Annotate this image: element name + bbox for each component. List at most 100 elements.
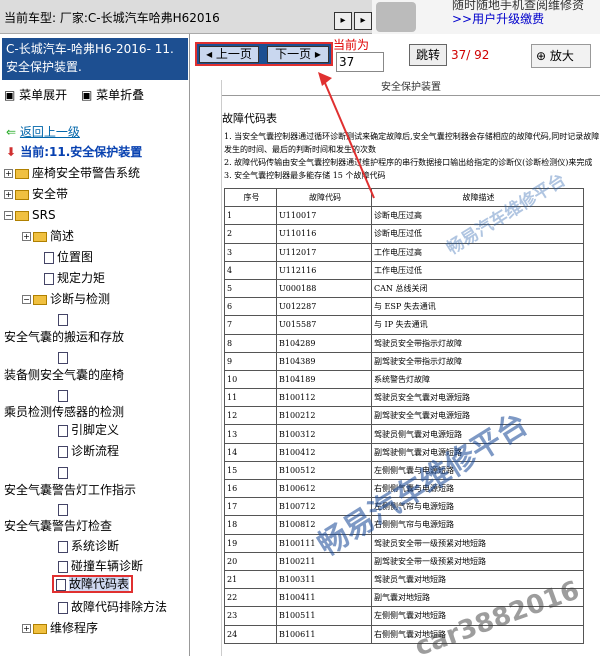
expand-icon[interactable]: + <box>22 624 31 633</box>
document-icon <box>58 445 68 458</box>
table-cell: 2 <box>224 224 277 244</box>
doc-title: 故障代码表 <box>222 112 277 125</box>
table-cell: U112116 <box>276 260 372 280</box>
tree-leaf[interactable] <box>58 311 71 327</box>
tree-item-lamp-op[interactable]: 安全气囊警告灯工作指示 <box>4 482 136 498</box>
tree-item-dtc-table[interactable]: 故障代码表 <box>52 575 134 593</box>
tree-item-srs[interactable]: − SRS <box>4 207 56 223</box>
table-cell: 13 <box>224 424 277 444</box>
folder-icon <box>33 231 47 242</box>
table-cell: 副驾驶安全带指示灯故障 <box>371 351 584 371</box>
collapse-icon[interactable]: − <box>22 295 31 304</box>
table-cell: B100511 <box>276 606 372 626</box>
table-cell: 14 <box>224 442 277 462</box>
table-row: 13 B100312 驾驶员侧气囊对电源短路 <box>224 424 584 444</box>
table-row: 24 B100611 右侧侧气囊对地短路 <box>224 624 584 644</box>
tree-item-occupant[interactable]: 乘员检测传感器的检测 <box>4 404 124 420</box>
doc-header: 安全保护装置 <box>222 80 600 96</box>
tree-item-crash[interactable]: 碰撞车辆诊断 <box>58 558 143 574</box>
tree-item-seat[interactable]: + 座椅安全带警告系统 <box>4 165 140 181</box>
table-row: 3 U112017 工作电压过高 <box>224 242 584 262</box>
table-cell: B100612 <box>276 478 372 499</box>
tree-item-dtc-fix[interactable]: 故障代码排除方法 <box>58 599 167 615</box>
expand-icon[interactable]: + <box>22 232 31 241</box>
note-3: 3. 安全气囊控制器最多能存储 15 个故障代码 <box>224 171 386 180</box>
document-icon <box>58 560 68 573</box>
expand-icon[interactable]: + <box>4 190 13 199</box>
tree-leaf[interactable] <box>58 464 71 480</box>
table-cell: 驾驶员安全带指示灯故障 <box>371 333 584 353</box>
expand-menu-button[interactable]: ▣ 菜单展开 <box>4 88 67 102</box>
upgrade-link[interactable]: >>用户升级缴费 <box>452 10 544 27</box>
table-cell: 24 <box>224 624 277 644</box>
tree-item-location[interactable]: 位置图 <box>44 249 93 265</box>
tree-item-flow[interactable]: 诊断流程 <box>58 443 119 459</box>
table-row: 21 B100311 驾驶员气囊对地短路 <box>224 569 584 590</box>
table-cell: B100312 <box>276 424 372 444</box>
current-node: ⬇ 当前:11.安全保护装置 <box>6 145 143 159</box>
prev-page-button[interactable]: ◂ 上一页 <box>199 46 259 63</box>
table-cell: U015587 <box>276 315 372 335</box>
table-cell: B100211 <box>276 551 372 571</box>
table-cell: B100512 <box>276 460 372 481</box>
table-cell: 17 <box>224 497 277 517</box>
document-icon <box>44 251 54 264</box>
table-cell: 副气囊对地短路 <box>371 588 584 608</box>
collapse-menu-button[interactable]: ▣ 菜单折叠 <box>81 88 144 102</box>
table-cell: 23 <box>224 606 277 626</box>
table-cell: 5 <box>224 278 277 299</box>
table-cell: U110116 <box>276 224 372 244</box>
table-cell: 左侧侧气囊对地短路 <box>371 606 584 626</box>
table-cell: 右侧侧气囊与电源短路 <box>371 478 584 499</box>
table-row: 15 B100512 左侧侧气囊与电源短路 <box>224 460 584 481</box>
next-page-button[interactable]: 下一页 ▸ <box>267 46 329 63</box>
col-header: 故障描述 <box>371 187 584 208</box>
frame-nav: ▸ ▸ <box>334 12 374 30</box>
folder-icon <box>15 189 29 200</box>
table-row: 6 U012287 与 ESP 失去通讯 <box>224 297 584 317</box>
zoom-button[interactable]: ⊕ 放大 <box>531 44 591 68</box>
table-cell: 16 <box>224 478 277 499</box>
collapse-icon[interactable]: − <box>4 211 13 220</box>
frame-prev-icon[interactable]: ▸ <box>334 12 352 30</box>
table-cell: 21 <box>224 569 277 590</box>
back-link[interactable]: ⇐ 返回上一级 <box>6 124 80 140</box>
table-cell: 驾驶员气囊对地短路 <box>371 569 584 590</box>
table-cell: B100112 <box>276 388 372 408</box>
table-cell: 驾驶员安全带一级预紧对地短路 <box>371 533 584 553</box>
document-icon <box>56 578 66 591</box>
document-icon <box>58 540 68 553</box>
ad-banner[interactable]: 随时随地手机查阅维修资 >>用户升级缴费 <box>372 0 600 34</box>
tree-item-handling[interactable]: 安全气囊的搬运和存放 <box>4 329 124 345</box>
tree-item-sysdiag[interactable]: 系统诊断 <box>58 538 119 554</box>
table-row: 9 B104389 副驾驶安全带指示灯故障 <box>224 351 584 371</box>
table-cell: B100712 <box>276 497 372 517</box>
table-row: 4 U112116 工作电压过低 <box>224 260 584 280</box>
expand-icon[interactable]: + <box>4 169 13 178</box>
table-cell: 12 <box>224 406 277 426</box>
table-cell: U012287 <box>276 297 372 317</box>
frame-next-icon[interactable]: ▸ <box>354 12 372 30</box>
jump-button[interactable]: 跳转 <box>409 44 447 66</box>
table-cell: 诊断电压过低 <box>371 224 584 244</box>
tree-item-overview[interactable]: + 简述 <box>22 228 74 244</box>
table-row: 20 B100211 副驾驶安全带一级预紧对地短路 <box>224 551 584 571</box>
tree-leaf[interactable] <box>58 387 71 403</box>
tree-item-diag[interactable]: − 诊断与检测 <box>22 291 110 307</box>
tree-leaf[interactable] <box>58 501 71 517</box>
tree-item-repair[interactable]: + 维修程序 <box>22 620 98 636</box>
document-icon <box>58 313 68 326</box>
page-input[interactable]: 37 <box>336 52 384 72</box>
tree-item-belt[interactable]: + 安全带 <box>4 186 68 202</box>
tree-leaf[interactable] <box>58 349 71 365</box>
tree-item-side[interactable]: 装备侧安全气囊的座椅 <box>4 367 124 383</box>
tree-item-torque[interactable]: 规定力矩 <box>44 270 105 286</box>
tree-item-lamp-chk[interactable]: 安全气囊警告灯检查 <box>4 518 112 534</box>
table-cell: 副驾驶安全带一级预紧对地短路 <box>371 551 584 571</box>
table-cell: 左侧侧气囊与电源短路 <box>371 460 584 481</box>
annotation-arrow <box>318 72 375 199</box>
table-cell: 19 <box>224 533 277 553</box>
table-cell: 右侧侧气帘与电源短路 <box>371 515 584 535</box>
tree-item-pin[interactable]: 引脚定义 <box>58 422 119 438</box>
folder-open-icon <box>15 210 29 221</box>
